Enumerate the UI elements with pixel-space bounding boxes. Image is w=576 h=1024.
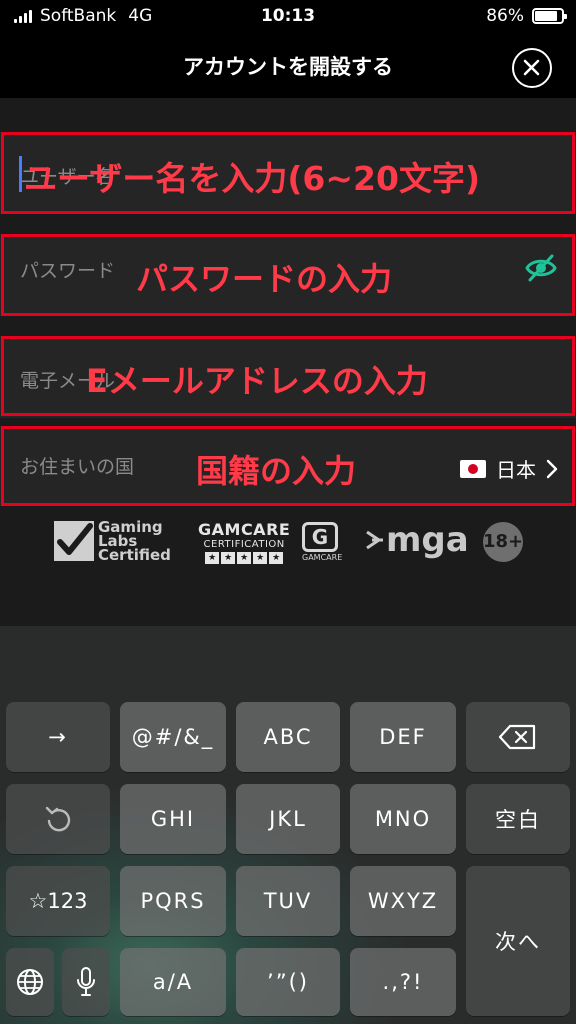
eye-off-icon bbox=[525, 254, 557, 282]
age-restriction-badge: 18+ bbox=[483, 522, 523, 562]
japan-flag-icon bbox=[460, 459, 486, 478]
key-wxyz[interactable]: WXYZ bbox=[350, 866, 456, 936]
microphone-icon bbox=[77, 967, 95, 996]
key-def[interactable]: DEF bbox=[350, 702, 456, 772]
signup-form: ユーザー名 ユーザー名を入力(6~20文字) パスワード パスワードの入力 電子… bbox=[0, 98, 576, 626]
key-abc[interactable]: ABC bbox=[236, 702, 340, 772]
gamcare-letter: G bbox=[302, 522, 338, 552]
gamcare-cert-line2: CERTIFICATION bbox=[203, 539, 285, 550]
mga-logo: mga bbox=[366, 520, 469, 560]
backspace-icon bbox=[498, 724, 536, 750]
key-backspace[interactable] bbox=[466, 702, 570, 772]
key-next[interactable]: 次へ bbox=[466, 866, 570, 1016]
key-case-toggle[interactable]: a/A bbox=[120, 948, 226, 1016]
gamcare-cert-line1: GAMCARE bbox=[198, 520, 291, 539]
status-bar: SoftBank 4G 10:13 86% bbox=[0, 0, 576, 34]
gamcare-logo: G GAMCARE bbox=[302, 522, 342, 562]
header: アカウントを開設する bbox=[0, 34, 576, 98]
close-button[interactable] bbox=[512, 48, 552, 88]
gamcare-label: GAMCARE bbox=[302, 553, 343, 562]
gamcare-certification-logo: GAMCARE CERTIFICATION ★ ★ ★ ★ ★ bbox=[198, 520, 290, 564]
username-annotation: ユーザー名を入力(6~20文字) bbox=[24, 159, 481, 198]
key-ghi[interactable]: GHI bbox=[120, 784, 226, 854]
key-microphone[interactable] bbox=[62, 948, 110, 1016]
country-selector[interactable]: 日本 bbox=[460, 454, 558, 483]
password-visibility-toggle[interactable] bbox=[524, 253, 558, 287]
battery-percent: 86% bbox=[486, 6, 524, 26]
page-title: アカウントを開設する bbox=[183, 55, 393, 79]
key-space[interactable]: 空白 bbox=[466, 784, 570, 854]
key-numbers[interactable]: ☆123 bbox=[6, 866, 110, 936]
email-annotation: Eメールアドレスの入力 bbox=[86, 362, 428, 400]
key-mno[interactable]: MNO bbox=[350, 784, 456, 854]
mga-text: mga bbox=[386, 520, 469, 560]
chevron-right-icon bbox=[546, 459, 558, 478]
undo-icon bbox=[45, 806, 71, 832]
key-quotes[interactable]: ’”() bbox=[236, 948, 340, 1016]
gli-logo: Gaming Labs Certified bbox=[54, 520, 171, 564]
key-arrow-right[interactable]: → bbox=[6, 702, 110, 772]
keyboard: → @#/&_ ABC DEF GHI JKL MNO 空白 ☆123 PQRS… bbox=[0, 626, 576, 1024]
globe-icon bbox=[17, 969, 43, 995]
key-punctuation[interactable]: .,?! bbox=[350, 948, 456, 1016]
key-symbols[interactable]: @#/&_ bbox=[120, 702, 226, 772]
battery-icon bbox=[532, 8, 567, 24]
key-jkl[interactable]: JKL bbox=[236, 784, 340, 854]
key-undo[interactable] bbox=[6, 784, 110, 854]
key-tuv[interactable]: TUV bbox=[236, 866, 340, 936]
password-annotation: パスワードの入力 bbox=[136, 260, 393, 298]
close-icon bbox=[523, 59, 540, 76]
star-icons: ★ ★ ★ ★ ★ bbox=[198, 552, 290, 564]
checkmark-icon bbox=[54, 521, 94, 561]
country-annotation: 国籍の入力 bbox=[196, 452, 357, 490]
mga-arrow-icon bbox=[366, 530, 383, 550]
key-globe[interactable] bbox=[6, 948, 54, 1016]
gli-line3: Certified bbox=[98, 546, 171, 564]
country-value: 日本 bbox=[496, 458, 536, 482]
status-right: 86% bbox=[486, 6, 567, 26]
key-pqrs[interactable]: PQRS bbox=[120, 866, 226, 936]
